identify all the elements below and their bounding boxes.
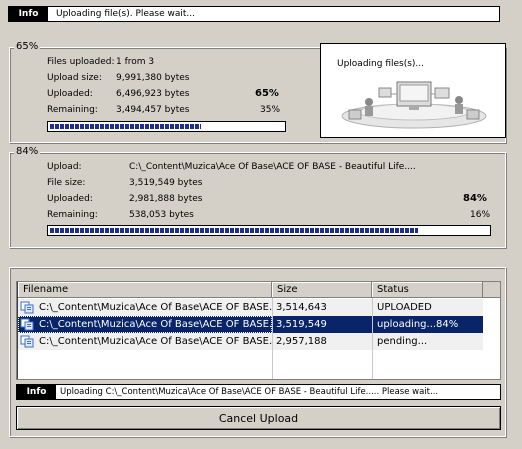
file-size-value: 3,519,549 bytes: [129, 178, 203, 188]
info-message: Uploading C:\_Content\Muzica\Ace Of Base…: [60, 387, 439, 397]
column-divider: [272, 298, 273, 379]
info-tag: Info: [9, 7, 48, 21]
size-cell: 3,519,549: [276, 319, 327, 330]
network-computers-illustration: [341, 81, 487, 129]
table-row[interactable]: C:\_Content\Muzica\Ace Of Base\ACE OF BA…: [18, 299, 483, 316]
file-uploaded-label: Uploaded:: [47, 194, 93, 204]
bottom-info-bar: Info Uploading C:\_Content\Muzica\Ace Of…: [16, 384, 501, 400]
column-header-filename[interactable]: Filename: [18, 282, 272, 298]
upload-size-value: 9,991,380 bytes: [116, 73, 190, 83]
file-remaining-label: Remaining:: [47, 210, 98, 220]
filename-text: C:\_Content\Muzica\Ace Of Base\ACE OF BA…: [39, 302, 272, 313]
file-remaining-value: 538,053 bytes: [129, 210, 194, 220]
filename-text: C:\_Content\Muzica\Ace Of Base\ACE OF BA…: [39, 319, 272, 330]
uploaded-percent: 65%: [255, 88, 279, 99]
file-progress-fill: [50, 228, 418, 233]
current-percent-title: 84%: [14, 146, 41, 157]
copy-files-icon: [20, 335, 36, 349]
current-file-group: 84% Upload: C:\_Content\Muzica\Ace Of Ba…: [9, 146, 506, 248]
file-progress-bar: [47, 225, 491, 236]
overall-progress-bar: [47, 121, 286, 132]
filename-cell: C:\_Content\Muzica\Ace Of Base\ACE OF BA…: [18, 316, 272, 333]
remaining-label: Remaining:: [47, 105, 98, 115]
files-uploaded-value: 1 from 3: [116, 57, 155, 67]
status-cell: pending...: [377, 336, 428, 347]
files-uploaded-label: Files uploaded:: [47, 57, 115, 67]
uploaded-value: 6,496,923 bytes: [116, 89, 190, 99]
info-tag: Info: [17, 385, 56, 399]
upload-size-label: Upload size:: [47, 73, 102, 83]
table-header-filler: [483, 282, 500, 298]
info-message: Uploading file(s). Please wait...: [56, 9, 196, 19]
file-uploaded-value: 2,981,888 bytes: [129, 194, 203, 204]
status-cell: uploading...84%: [377, 319, 459, 330]
column-header-status[interactable]: Status: [372, 282, 483, 298]
overall-percent-title: 65%: [14, 41, 41, 52]
table-row[interactable]: C:\_Content\Muzica\Ace Of Base\ACE OF BA…: [18, 333, 483, 350]
files-table[interactable]: Filename Size Status C:\_Content\Muzica\…: [16, 281, 501, 380]
file-uploaded-percent: 84%: [463, 193, 487, 204]
column-header-size[interactable]: Size: [272, 282, 372, 298]
uploaded-label: Uploaded:: [47, 89, 93, 99]
copy-files-icon: [20, 301, 36, 315]
remaining-percent: 35%: [260, 105, 281, 115]
column-divider: [372, 298, 373, 379]
size-cell: 2,957,188: [276, 336, 327, 347]
copy-files-icon: [20, 318, 36, 332]
size-cell: 3,514,643: [276, 302, 327, 313]
overall-progress-fill: [50, 124, 202, 129]
upload-illustration-panel: Uploading files(s)...: [320, 43, 506, 138]
file-size-label: File size:: [47, 178, 86, 188]
status-cell: UPLOADED: [377, 302, 432, 313]
cancel-upload-button[interactable]: Cancel Upload: [16, 406, 501, 430]
remaining-value: 3,494,457 bytes: [116, 105, 190, 115]
upload-filename: C:\_Content\Muzica\Ace Of Base\ACE OF BA…: [129, 162, 416, 172]
table-row[interactable]: C:\_Content\Muzica\Ace Of Base\ACE OF BA…: [18, 316, 483, 333]
filename-cell: C:\_Content\Muzica\Ace Of Base\ACE OF BA…: [18, 333, 272, 350]
illustration-caption: Uploading files(s)...: [337, 59, 425, 69]
filename-text: C:\_Content\Muzica\Ace Of Base\ACE OF BA…: [39, 336, 272, 347]
filename-cell: C:\_Content\Muzica\Ace Of Base\ACE OF BA…: [18, 299, 272, 316]
top-info-bar: Info Uploading file(s). Please wait...: [8, 6, 500, 22]
file-remaining-percent: 16%: [470, 210, 491, 220]
upload-label: Upload:: [47, 162, 82, 172]
